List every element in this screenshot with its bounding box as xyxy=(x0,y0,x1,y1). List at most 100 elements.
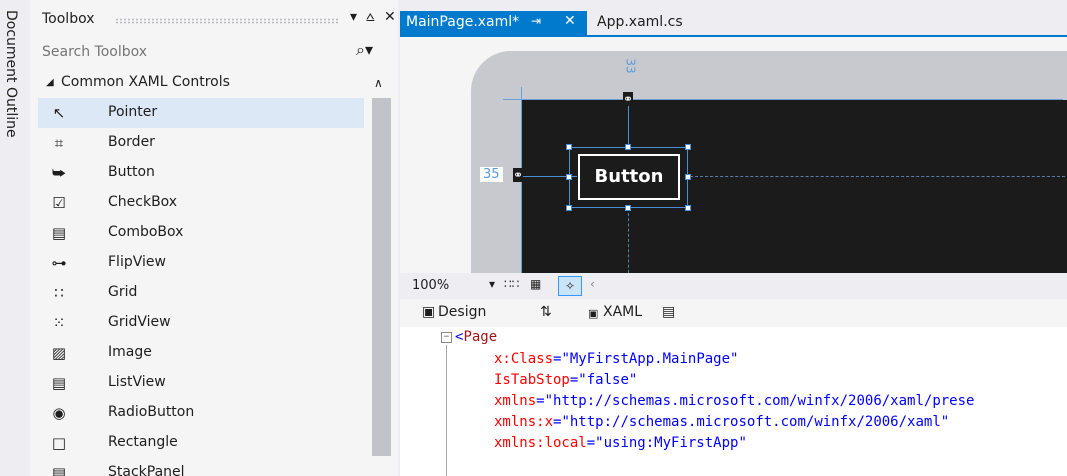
tab-pin-icon[interactable]: ⇥ xyxy=(531,14,541,28)
toolbox-item-label: StackPanel xyxy=(108,464,185,476)
design-surface[interactable]: 33 35 ⚭ ⚭ Button xyxy=(400,37,1067,273)
toolbox-dropdown-icon[interactable]: ▾ xyxy=(350,9,357,25)
code-line: <Page xyxy=(455,329,498,345)
toolbox-item-list: ↖ Pointer ⌗ Border ⮩ Button ☑ CheckBox ▤ ComboBox… xyxy=(38,98,364,476)
toolbox-item-pointer[interactable]: ↖ Pointer xyxy=(38,98,364,128)
toolbox-search-input[interactable] xyxy=(42,41,342,63)
toolbox-item-label: RadioButton xyxy=(108,404,195,420)
toolbox-drag-grip[interactable] xyxy=(115,18,340,24)
resize-handle[interactable] xyxy=(685,174,691,180)
pane-layout-icon[interactable]: ▤ xyxy=(662,304,675,320)
code-line: xmlns:x="http://schemas.microsoft.com/wi… xyxy=(494,414,950,430)
zoom-dropdown-icon[interactable]: ▾ xyxy=(489,277,495,291)
right-margin-line xyxy=(690,176,1067,177)
stackpanel-icon: ▤ xyxy=(51,464,67,476)
xaml-code-editor[interactable]: − <Page x:Class="MyFirstApp.MainPage" Is… xyxy=(400,327,1067,476)
toolbox-group-header[interactable]: ◢ Common XAML Controls xyxy=(30,70,370,98)
toolbox-item-image[interactable]: ▨ Image xyxy=(38,338,364,368)
xaml-view-button[interactable]: XAML xyxy=(603,304,642,320)
toolbox-item-label: ComboBox xyxy=(108,224,184,240)
toolbox-close-icon[interactable]: ✕ xyxy=(384,9,396,25)
toolbox-item-flipview[interactable]: ⊶ FlipView xyxy=(38,248,364,278)
toolbox-panel: Toolbox ▾ ⩟ ✕ ⌕▾ ◢ Common XAML Controls … xyxy=(30,0,398,476)
snap-to-lines-icon[interactable]: ✧ xyxy=(558,276,582,296)
resize-handle[interactable] xyxy=(625,144,631,150)
collapse-region-icon[interactable]: − xyxy=(441,332,452,343)
toolbox-pin-icon[interactable]: ⩟ xyxy=(366,9,375,25)
toolbox-item-label: Button xyxy=(108,164,155,180)
guide-line xyxy=(503,99,1063,100)
grid-icon: ∷ xyxy=(54,284,64,302)
resize-handle[interactable] xyxy=(566,205,572,211)
top-anchor-icon[interactable]: ⚭ xyxy=(623,92,634,106)
scrollbar-thumb[interactable] xyxy=(372,98,391,456)
resize-handle[interactable] xyxy=(566,144,572,150)
toolbox-item-label: GridView xyxy=(108,314,171,330)
toolbox-item-button[interactable]: ⮩ Button xyxy=(38,158,364,188)
swap-panes-icon[interactable]: ⇅ xyxy=(540,304,552,320)
toolbox-item-radiobutton[interactable]: ◉ RadioButton xyxy=(38,398,364,428)
toolbox-item-label: ListView xyxy=(108,374,166,390)
toolbox-item-label: Image xyxy=(108,344,152,360)
tab-app-xaml-cs[interactable]: App.xaml.cs xyxy=(591,11,689,36)
grid-toggle-icon[interactable]: ∷∷ xyxy=(504,277,519,291)
toolbox-item-gridview[interactable]: ⁙ GridView xyxy=(38,308,364,338)
resize-handle[interactable] xyxy=(566,174,572,180)
left-margin-label: 35 xyxy=(480,167,503,182)
search-icon[interactable]: ⌕▾ xyxy=(356,40,373,60)
snap-to-grid-icon[interactable]: ▦ xyxy=(530,277,541,291)
tab-close-icon[interactable]: ✕ xyxy=(564,13,576,29)
code-line: x:Class="MyFirstApp.MainPage" xyxy=(494,351,739,367)
radiobutton-icon: ◉ xyxy=(52,404,66,422)
image-icon: ▨ xyxy=(51,344,67,362)
document-tab-strip: MainPage.xaml* ⇥ ✕ App.xaml.cs xyxy=(400,0,1067,38)
rectangle-icon: □ xyxy=(51,434,67,452)
toolbox-item-checkbox[interactable]: ☑ CheckBox xyxy=(38,188,364,218)
zoom-level[interactable]: 100% xyxy=(412,278,449,293)
design-view-button[interactable]: Design xyxy=(438,304,486,320)
toolbox-item-listview[interactable]: ▤ ListView xyxy=(38,368,364,398)
split-view-bar: ▣ Design ⇅ ▣ XAML ▤ xyxy=(400,299,1067,327)
resize-handle[interactable] xyxy=(685,144,691,150)
toolbox-item-label: Rectangle xyxy=(108,434,178,450)
code-line: xmlns:local="using:MyFirstApp" xyxy=(494,435,747,451)
button-icon: ⮩ xyxy=(52,164,66,182)
button-control-preview[interactable]: Button xyxy=(578,154,680,200)
toolbox-title: Toolbox xyxy=(42,11,95,27)
checkbox-icon: ☑ xyxy=(52,194,66,212)
xaml-view-icon: ▣ xyxy=(588,307,599,320)
visual-studio-window: Document Outline Toolbox ▾ ⩟ ✕ ⌕▾ ◢ Comm… xyxy=(0,0,1067,476)
design-view-icon: ▣ xyxy=(422,304,436,320)
document-outline-label: Document Outline xyxy=(3,10,19,138)
toolbox-item-border[interactable]: ⌗ Border xyxy=(38,128,364,158)
toolbox-header: Toolbox ▾ ⩟ ✕ xyxy=(30,8,398,34)
collapse-triangle-icon[interactable]: ◢ xyxy=(46,77,54,88)
bottom-margin-line xyxy=(628,208,629,273)
toolbox-item-label: Grid xyxy=(108,284,138,300)
fold-guide xyxy=(446,345,447,476)
toolbox-item-rectangle[interactable]: □ Rectangle xyxy=(38,428,364,458)
toolbox-scrollbar[interactable]: ∧ xyxy=(370,70,392,476)
toolbox-item-grid[interactable]: ∷ Grid xyxy=(38,278,364,308)
listview-icon: ▤ xyxy=(51,374,67,392)
border-icon: ⌗ xyxy=(54,134,64,152)
code-line: xmlns="http://schemas.microsoft.com/winf… xyxy=(494,393,975,409)
toolbox-item-stackpanel[interactable]: ▤ StackPanel xyxy=(38,458,364,476)
toolbox-item-label: Border xyxy=(108,134,155,150)
designer-toolbar: 100% ▾ ∷∷ ▦ ✧ ‹ xyxy=(400,273,1067,299)
tab-mainpage-xaml[interactable]: MainPage.xaml* ⇥ ✕ xyxy=(400,11,587,36)
toolbox-item-label: CheckBox xyxy=(108,194,178,210)
toolbox-item-combobox[interactable]: ▤ ComboBox xyxy=(38,218,364,248)
scroll-up-icon[interactable]: ∧ xyxy=(374,76,383,90)
left-anchor-icon[interactable]: ⚭ xyxy=(513,168,524,182)
top-margin-line xyxy=(628,99,629,149)
resize-handle[interactable] xyxy=(685,205,691,211)
combobox-icon: ▤ xyxy=(51,224,67,242)
top-margin-label: 33 xyxy=(623,58,638,74)
resize-handle[interactable] xyxy=(625,205,631,211)
gridview-icon: ⁙ xyxy=(52,314,66,332)
toolbox-search: ⌕▾ xyxy=(30,38,398,66)
more-options-icon[interactable]: ‹ xyxy=(590,277,595,291)
code-line: IsTabStop="false" xyxy=(494,372,638,388)
document-outline-tab[interactable]: Document Outline xyxy=(0,0,22,476)
